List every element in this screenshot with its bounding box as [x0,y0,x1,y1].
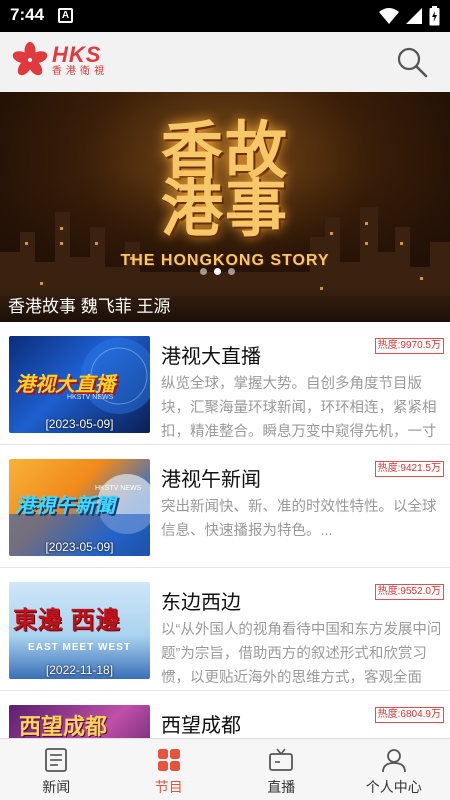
search-icon[interactable] [396,46,428,78]
program-list[interactable]: 港视大直播 HKSTV NEWS [2023-05-09] 港视大直播 热度:9… [0,322,450,738]
bottom-nav: 新闻 节目 直播 个人中心 [0,738,450,800]
thumbnail-date: [2022-11-18] [45,663,114,677]
program-item[interactable]: 港視午新聞 HKSTV NEWS [2023-05-09] 港视午新闻 热度:9… [0,445,450,568]
banner-title-cn: 香故 港事 [140,120,310,245]
tv-live-icon [269,748,294,771]
hot-badge: 热度:9970.5万 [374,338,444,354]
nav-news[interactable]: 新闻 [0,739,113,800]
program-description: 纵览全球，掌握大势。自创多角度节目版块，汇聚海量环球新闻，环环相连，紧紧相扣，精… [161,376,437,440]
program-thumbnail: 港视大直播 HKSTV NEWS [2023-05-09] [9,336,150,433]
program-title: 港视大直播 [161,346,261,368]
app-header: HKS 香港衛視 [0,32,450,92]
thumbnail-title: 西望成都 [19,714,108,738]
banner-pager-dots [200,268,235,275]
signal-icon [406,8,422,24]
pager-dot-active[interactable] [214,268,221,275]
nav-live[interactable]: 直播 [225,739,338,800]
notification-icon: A [58,8,73,23]
banner-title-line2: 港事 [160,172,289,245]
program-title: 港视午新闻 [161,469,261,491]
nav-label: 新闻 [42,779,71,795]
pager-dot[interactable] [228,268,235,275]
thumbnail-date: [2023-05-09] [45,417,114,431]
status-time: 7:44 [10,5,45,24]
thumbnail-subtitle: EAST MEET WEST [28,642,131,653]
program-thumbnail: 西望成都 [9,705,150,738]
program-item[interactable]: 港视大直播 HKSTV NEWS [2023-05-09] 港视大直播 热度:9… [0,322,450,445]
program-description: 以“从外国人的视角看待中国和东方发展中问题”为宗旨，借助西方的叙述形式和欣赏习惯… [161,622,442,686]
program-description: 突出新闻快、新、准的时效性特性。以全球信息、快速播报为特色。... [161,499,437,539]
program-item[interactable]: 東邊 西邊 EAST MEET WEST [2022-11-18] 东边西边 热… [0,568,450,691]
logo-subtitle: 香港衛視 [52,65,108,77]
nav-label: 节目 [154,779,183,795]
logo-text: HKS [52,41,102,67]
thumbnail-title: 港视大直播 [15,374,115,396]
program-title: 西望成都 [161,715,241,737]
status-bar: 7:44 A [0,0,450,32]
wifi-icon [379,8,399,24]
thumbnail-subtitle: HKSTV NEWS [95,485,142,492]
news-icon [45,748,68,772]
hot-badge: 热度:9421.5万 [374,461,444,477]
program-item[interactable]: 西望成都 西望成都 热度:6804.9万 [0,691,450,738]
pager-dot[interactable] [200,268,207,275]
banner-caption[interactable]: 香港故事 魏飞菲 王源 [0,286,450,322]
hot-badge: 热度:9552.0万 [374,584,444,600]
nav-profile[interactable]: 个人中心 [338,739,450,800]
bauhinia-logo-icon [12,42,48,76]
thumbnail-title: 東邊 西邊 [13,607,121,634]
battery-icon [429,6,440,26]
programs-grid-icon [157,749,180,771]
nav-label: 直播 [267,779,296,795]
program-title: 东边西边 [161,592,241,614]
hks-logo[interactable]: HKS 香港衛視 [12,42,108,78]
program-thumbnail: 港視午新聞 HKSTV NEWS [2023-05-09] [9,459,150,556]
thumbnail-subtitle: HKSTV NEWS [67,394,114,401]
hot-badge: 热度:6804.9万 [374,707,444,723]
program-thumbnail: 東邊 西邊 EAST MEET WEST [2022-11-18] [9,582,150,679]
thumbnail-title: 港視午新聞 [15,495,115,517]
status-icons [379,6,440,26]
user-icon [381,749,406,773]
nav-label: 个人中心 [365,779,422,795]
nav-programs[interactable]: 节目 [113,739,226,800]
thumbnail-date: [2023-05-09] [45,540,114,554]
